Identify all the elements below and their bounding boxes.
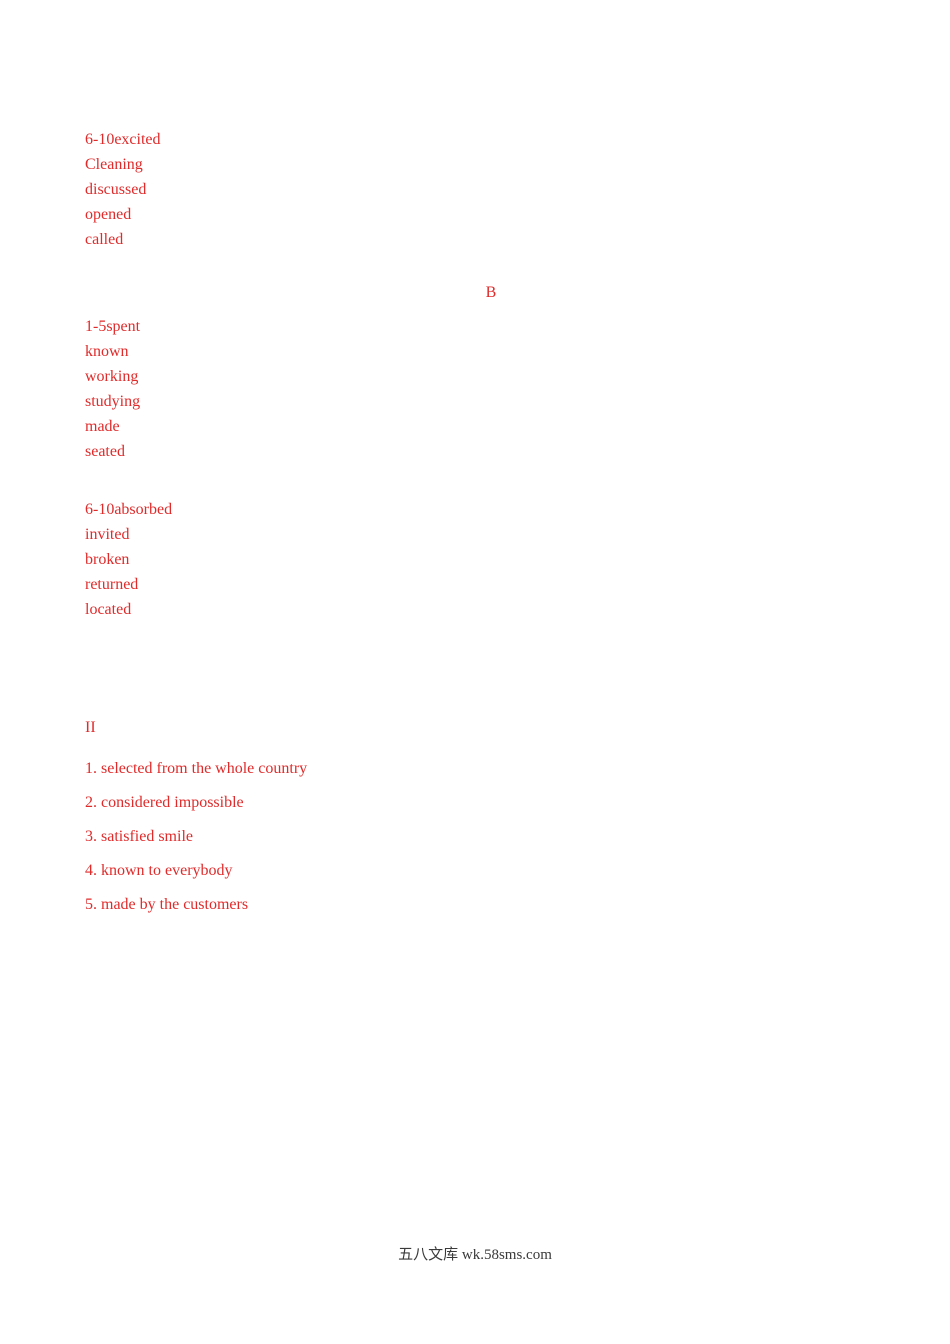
answer-line: known: [85, 343, 129, 360]
answer-line: made: [85, 418, 120, 435]
answer-line: invited: [85, 526, 130, 543]
answer-line: working: [85, 368, 139, 385]
list-item: 2. considered impossible: [85, 794, 244, 811]
answer-line: broken: [85, 551, 130, 568]
list-item: 1. selected from the whole country: [85, 760, 308, 777]
footer-watermark: 五八文库 wk.58sms.com: [398, 1247, 552, 1263]
numbered-answer-list: 1. selected from the whole country 2. con…: [85, 752, 307, 922]
section-letter-b: B: [0, 283, 950, 303]
answer-line: 1-5spent: [85, 318, 141, 335]
list-item: 3. satisfied smile: [85, 828, 193, 845]
answer-block-a: 6-10excited Cleaning discussed opened called: [85, 127, 161, 252]
answer-line: returned: [85, 576, 139, 593]
list-item: 5. made by the customers: [85, 896, 249, 913]
answer-block-b1: 1-5spent known working studying made seated: [85, 314, 140, 464]
answer-line: Cleaning: [85, 156, 143, 173]
answer-line: 6-10excited: [85, 131, 161, 148]
answer-line: called: [85, 231, 124, 248]
document-page: 6-10excited Cleaning discussed opened called…: [0, 0, 950, 1344]
answer-line: located: [85, 601, 132, 618]
section-heading-ii: II: [85, 719, 96, 736]
section-letter-label: B: [485, 284, 497, 301]
answer-line: studying: [85, 393, 141, 410]
answer-line: discussed: [85, 181, 147, 198]
answer-line: seated: [85, 443, 125, 460]
answer-line: opened: [85, 206, 132, 223]
answer-line: 6-10absorbed: [85, 501, 173, 518]
answer-block-b2: 6-10absorbed invited broken returned located: [85, 497, 172, 622]
list-item: 4. known to everybody: [85, 862, 233, 879]
